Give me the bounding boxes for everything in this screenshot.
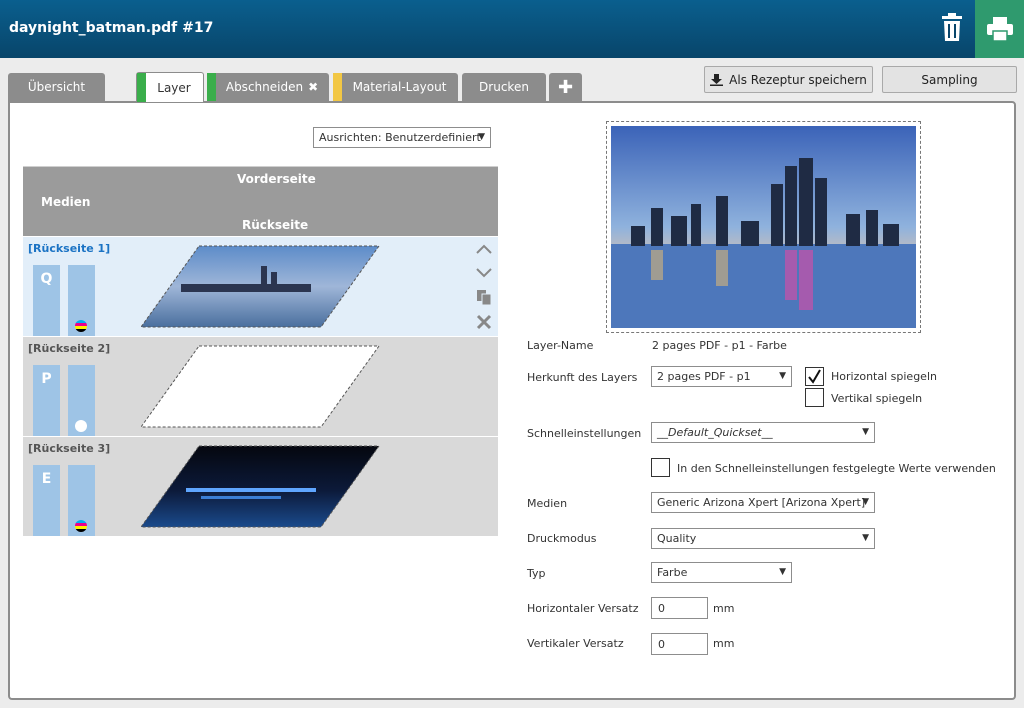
- checkmark-icon: [808, 369, 821, 384]
- header-medien: Medien: [41, 195, 91, 209]
- layer-name-label: Layer-Name: [527, 339, 594, 352]
- quickset-value: __Default_Quickset__: [657, 426, 773, 439]
- tab-crop[interactable]: Abschneiden ✖: [207, 73, 329, 101]
- copy-icon[interactable]: [475, 288, 493, 306]
- horizontal-offset-label: Horizontaler Versatz: [527, 602, 639, 615]
- dropdown-arrow-icon: ▼: [478, 132, 485, 142]
- use-quickset-checkbox[interactable]: [651, 458, 670, 477]
- color-bar: [68, 465, 95, 536]
- mirror-horizontal-checkbox[interactable]: [805, 367, 824, 386]
- dropdown-arrow-icon: ▼: [779, 567, 786, 577]
- mode-letter: E: [41, 471, 52, 487]
- quickset-select[interactable]: __Default_Quickset__ ▼: [651, 422, 875, 443]
- sampling-button[interactable]: Sampling: [882, 66, 1017, 93]
- download-icon: [710, 73, 724, 86]
- layer-thumbnail: [141, 345, 380, 428]
- print-button[interactable]: [975, 0, 1024, 58]
- vertical-offset-label: Vertikaler Versatz: [527, 637, 624, 650]
- divider: [23, 166, 498, 167]
- header-back: Rückseite: [242, 218, 309, 232]
- tab-stripe: [137, 73, 146, 102]
- mirror-vertical-checkbox[interactable]: [805, 388, 824, 407]
- tab-layer[interactable]: Layer: [136, 72, 204, 102]
- origin-select[interactable]: 2 pages PDF - p1 ▼: [651, 366, 792, 387]
- mode-bar: Q: [33, 265, 60, 336]
- mirror-horizontal-label: Horizontal spiegeln: [831, 370, 937, 383]
- document-title: daynight_batman.pdf #17: [9, 20, 214, 36]
- type-label: Typ: [527, 567, 546, 580]
- vertical-offset-value: 0: [658, 637, 665, 651]
- mode-bar: P: [33, 365, 60, 436]
- printmode-label: Druckmodus: [527, 532, 597, 545]
- media-label: Medien: [527, 497, 568, 510]
- white-ink-icon: [75, 420, 87, 432]
- tab-label: Layer: [157, 80, 191, 95]
- delete-icon[interactable]: [475, 313, 493, 331]
- tab-material-layout[interactable]: Material-Layout: [333, 73, 458, 101]
- tab-label: Übersicht: [27, 80, 86, 94]
- tab-overview[interactable]: Übersicht: [8, 73, 105, 101]
- media-select[interactable]: Generic Arizona Xpert [Arizona Xpert] ▼: [651, 492, 875, 513]
- origin-value: 2 pages PDF - p1: [657, 370, 751, 383]
- layer-table-header: Medien Vorderseite Rückseite: [23, 167, 498, 236]
- save-recipe-label: Als Rezeptur speichern: [729, 72, 867, 87]
- type-select[interactable]: Farbe ▼: [651, 562, 792, 583]
- unit-label: mm: [713, 637, 735, 650]
- tab-label: Drucken: [479, 80, 529, 94]
- cmyk-icon: [75, 520, 87, 532]
- tab-stripe: [207, 73, 216, 101]
- origin-label: Herkunft des Layers: [527, 371, 638, 384]
- horizontal-offset-input[interactable]: 0: [651, 597, 708, 619]
- mode-letter: P: [41, 371, 52, 387]
- chevron-up-icon[interactable]: [475, 241, 493, 259]
- add-tab-button[interactable]: ✚: [549, 73, 582, 101]
- unit-label: mm: [713, 602, 735, 615]
- dropdown-arrow-icon: ▼: [862, 533, 869, 543]
- horizontal-offset-value: 0: [658, 601, 665, 615]
- layer-row-label: [Rückseite 3]: [28, 442, 111, 455]
- printmode-value: Quality: [657, 532, 697, 545]
- vertical-offset-input[interactable]: 0: [651, 633, 708, 655]
- use-quickset-label: In den Schnelleinstellungen festgelegte …: [677, 462, 996, 475]
- preview-image: [611, 126, 916, 328]
- quickset-label: Schnelleinstellungen: [527, 427, 642, 440]
- dropdown-arrow-icon: ▼: [779, 371, 786, 381]
- mode-bar: E: [33, 465, 60, 536]
- plus-icon: ✚: [557, 76, 574, 98]
- app-header: daynight_batman.pdf #17: [0, 0, 1024, 58]
- color-bar: [68, 265, 95, 336]
- mode-letter: Q: [40, 271, 53, 287]
- close-icon[interactable]: ✖: [308, 80, 318, 94]
- layer-row-2[interactable]: [Rückseite 2] P: [23, 337, 498, 436]
- media-value: Generic Arizona Xpert [Arizona Xpert]: [657, 496, 866, 509]
- tab-label: Abschneiden: [225, 80, 304, 94]
- printmode-select[interactable]: Quality ▼: [651, 528, 875, 549]
- color-bar: [68, 365, 95, 436]
- trash-icon[interactable]: [940, 13, 964, 41]
- align-select[interactable]: Ausrichten: Benutzerdefiniert ▼: [313, 127, 491, 148]
- printer-icon: [986, 17, 1013, 41]
- layer-row-3[interactable]: [Rückseite 3] E: [23, 437, 498, 536]
- align-value: Ausrichten: Benutzerdefiniert: [319, 131, 481, 144]
- layer-name-value: 2 pages PDF - p1 - Farbe: [652, 339, 787, 352]
- layer-thumbnail: [141, 445, 380, 528]
- tab-stripe: [333, 73, 342, 101]
- type-value: Farbe: [657, 566, 688, 579]
- sampling-label: Sampling: [921, 72, 978, 87]
- layer-thumbnail: [141, 245, 380, 328]
- dropdown-arrow-icon: ▼: [862, 427, 869, 437]
- save-recipe-button[interactable]: Als Rezeptur speichern: [704, 66, 873, 93]
- header-front: Vorderseite: [237, 172, 316, 186]
- dropdown-arrow-icon: ▼: [862, 497, 869, 507]
- tab-label: Material-Layout: [352, 80, 447, 94]
- layer-row-1[interactable]: [Rückseite 1] Q: [23, 237, 498, 336]
- layer-row-label: [Rückseite 2]: [28, 342, 111, 355]
- cmyk-icon: [75, 320, 87, 332]
- layer-row-label: [Rückseite 1]: [28, 242, 111, 255]
- mirror-vertical-label: Vertikal spiegeln: [831, 392, 923, 405]
- tab-print[interactable]: Drucken: [462, 73, 546, 101]
- chevron-down-icon[interactable]: [475, 263, 493, 281]
- preview-frame: [606, 121, 921, 333]
